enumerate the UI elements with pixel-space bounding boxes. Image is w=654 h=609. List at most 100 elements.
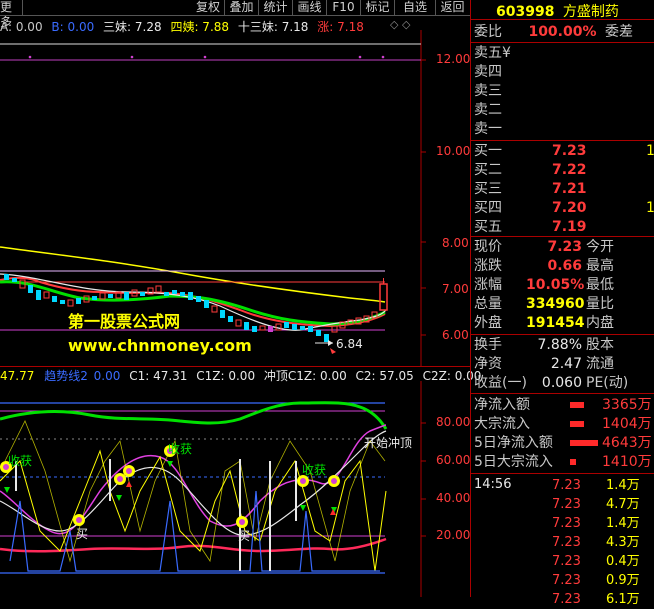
axis-label-6: 6.00 [442, 328, 469, 342]
stat-value: 334960 [526, 296, 585, 312]
quote-divider [470, 236, 654, 237]
stat-row: 现价 7.23 今开 [474, 238, 654, 256]
sell4-row: 卖四 [474, 63, 502, 81]
sell1-label: 卖一 [474, 121, 502, 137]
sell3-label: 卖三 [474, 83, 502, 99]
buy-level-row[interactable]: 买四 7.20 1 [474, 199, 654, 217]
osc-axis-40: 40.00 [436, 491, 471, 505]
axis-label-7: 7.00 [442, 282, 469, 296]
buy-level-volume: 1 [646, 200, 654, 216]
toolbar-fuquan-button[interactable]: 复权 [192, 0, 225, 15]
tick-price: 7.23 [552, 573, 581, 588]
watermark-url: www.chnmoney.com [68, 336, 252, 355]
stock-name: 方盛制药 [562, 4, 619, 20]
flow-label: 5日大宗流入 [474, 454, 553, 470]
axis-label-10: 10.00 [436, 144, 471, 158]
flow-row: 5日净流入额 4643万 [474, 434, 654, 452]
sell1-row: 卖一 [474, 120, 502, 138]
stat-row: 外盘 191454 内盘 [474, 314, 654, 332]
stat-value: 7.23 [547, 239, 582, 255]
osc-axis-20: 20.00 [436, 528, 471, 542]
sell2-label: 卖二 [474, 102, 502, 118]
quote-divider [470, 42, 654, 43]
signal-shouhuo-2: 收获 [168, 442, 193, 456]
buy-level-price: 7.21 [552, 181, 587, 197]
stock-code: 603998 [496, 4, 555, 20]
toolbar-divider [0, 15, 470, 16]
signal-markers [0, 445, 340, 528]
buy-level-label: 买三 [474, 181, 502, 197]
stat-label: 外盘 [474, 315, 502, 331]
tick-row: 7.23 1.4万 [474, 477, 654, 495]
tick-volume: 4.3万 [606, 535, 640, 550]
buy-level-label: 买一 [474, 143, 502, 159]
toolbar-f10-button[interactable]: F10 [327, 0, 361, 15]
flow-value: 1410万 [602, 454, 652, 470]
buy-level-price: 7.19 [552, 219, 587, 235]
chart-toolbar: 更多 复权 叠加 统计 画线 F10 标记 自选 返回 [0, 0, 470, 29]
stat-row: 总量 334960 量比 [474, 295, 654, 313]
low-price-label: 6.84 [336, 337, 363, 351]
stat2-value: 7.88% [537, 337, 582, 353]
tick-row: 7.23 0.9万 [474, 572, 654, 590]
signal-shouhuo-1: 收获 [8, 454, 33, 468]
toolbar-back-button[interactable]: 返回 [436, 0, 469, 15]
stat-label-2: 最高 [586, 258, 614, 274]
weibi-label: 委比 [474, 24, 502, 40]
stat-label: 涨幅 [474, 277, 502, 293]
osc-axis-60: 60.00 [436, 453, 471, 467]
stat-label: 涨跌 [474, 258, 502, 274]
sell4-label: 卖四 [474, 64, 502, 80]
tick-row: 7.23 4.3万 [474, 534, 654, 552]
weibi-row: 委比 100.00% 委差 [474, 23, 633, 41]
buy-level-row[interactable]: 买三 7.21 [474, 180, 654, 198]
sell3-row: 卖三 [474, 82, 502, 100]
flow-label: 净流入额 [474, 397, 530, 413]
buy-level-volume: 1 [646, 143, 654, 159]
stat2-label-2: PE(动) [586, 375, 629, 391]
stat-label: 现价 [474, 239, 502, 255]
toolbar-more-button[interactable]: 更多 [0, 0, 23, 29]
buy-level-row[interactable]: 买五 7.19 [474, 218, 654, 236]
stat-label: 总量 [474, 296, 502, 312]
oscillator-chart [0, 381, 426, 597]
stock-header: 603998 方盛制药 [496, 1, 619, 21]
tick-volume: 0.4万 [606, 554, 640, 569]
watermark-title: 第一股票公式网 [68, 312, 181, 331]
buy-level-price: 7.23 [552, 143, 587, 159]
flow-bar [570, 402, 584, 408]
signal-kaishi-chongding: 开始冲顶 [364, 436, 413, 450]
stat-row: 涨幅 10.05% 最低 [474, 276, 654, 294]
tick-row: 7.23 1.4万 [474, 515, 654, 533]
flow-row: 5日大宗流入 1410万 [474, 453, 654, 471]
toolbar-overlay-button[interactable]: 叠加 [225, 0, 259, 15]
stat-value: 10.05% [526, 277, 585, 293]
stat2-label: 净资 [474, 356, 502, 372]
osc-axis-80: 80.00 [436, 415, 471, 429]
signal-mai-1: 买 [76, 527, 89, 541]
tick-volume: 0.9万 [606, 573, 640, 588]
sell5-label: 卖五 [474, 45, 502, 61]
buy-level-row[interactable]: 买一 7.23 1 [474, 142, 654, 160]
flow-value: 4643万 [602, 435, 652, 451]
stat2-label-2: 股本 [586, 337, 614, 353]
axis-label-8: 8.00 [442, 236, 469, 250]
stat-label-2: 今开 [586, 239, 614, 255]
tick-volume: 1.4万 [606, 478, 640, 493]
tick-volume: 1.4万 [606, 516, 640, 531]
toolbar-watchlist-button[interactable]: 自选 [395, 0, 436, 15]
flow-value: 1404万 [602, 416, 652, 432]
toolbar-stats-button[interactable]: 统计 [259, 0, 293, 15]
buy-level-row[interactable]: 买二 7.22 [474, 161, 654, 179]
toolbar-draw-button[interactable]: 画线 [293, 0, 327, 15]
stat-label-2: 内盘 [586, 315, 614, 331]
stat-label-2: 最低 [586, 277, 614, 293]
flow-value: 3365万 [602, 397, 652, 413]
tick-price: 7.23 [552, 497, 581, 512]
stat2-row: 净资 2.47 流通 [474, 355, 654, 373]
toolbar-mark-button[interactable]: 标记 [361, 0, 395, 15]
flow-bar [570, 459, 576, 465]
weicha-label: 委差 [604, 24, 633, 40]
stat2-row: 收益(一) 0.060 PE(动) [474, 374, 654, 392]
tick-volume: 6.1万 [606, 592, 640, 607]
